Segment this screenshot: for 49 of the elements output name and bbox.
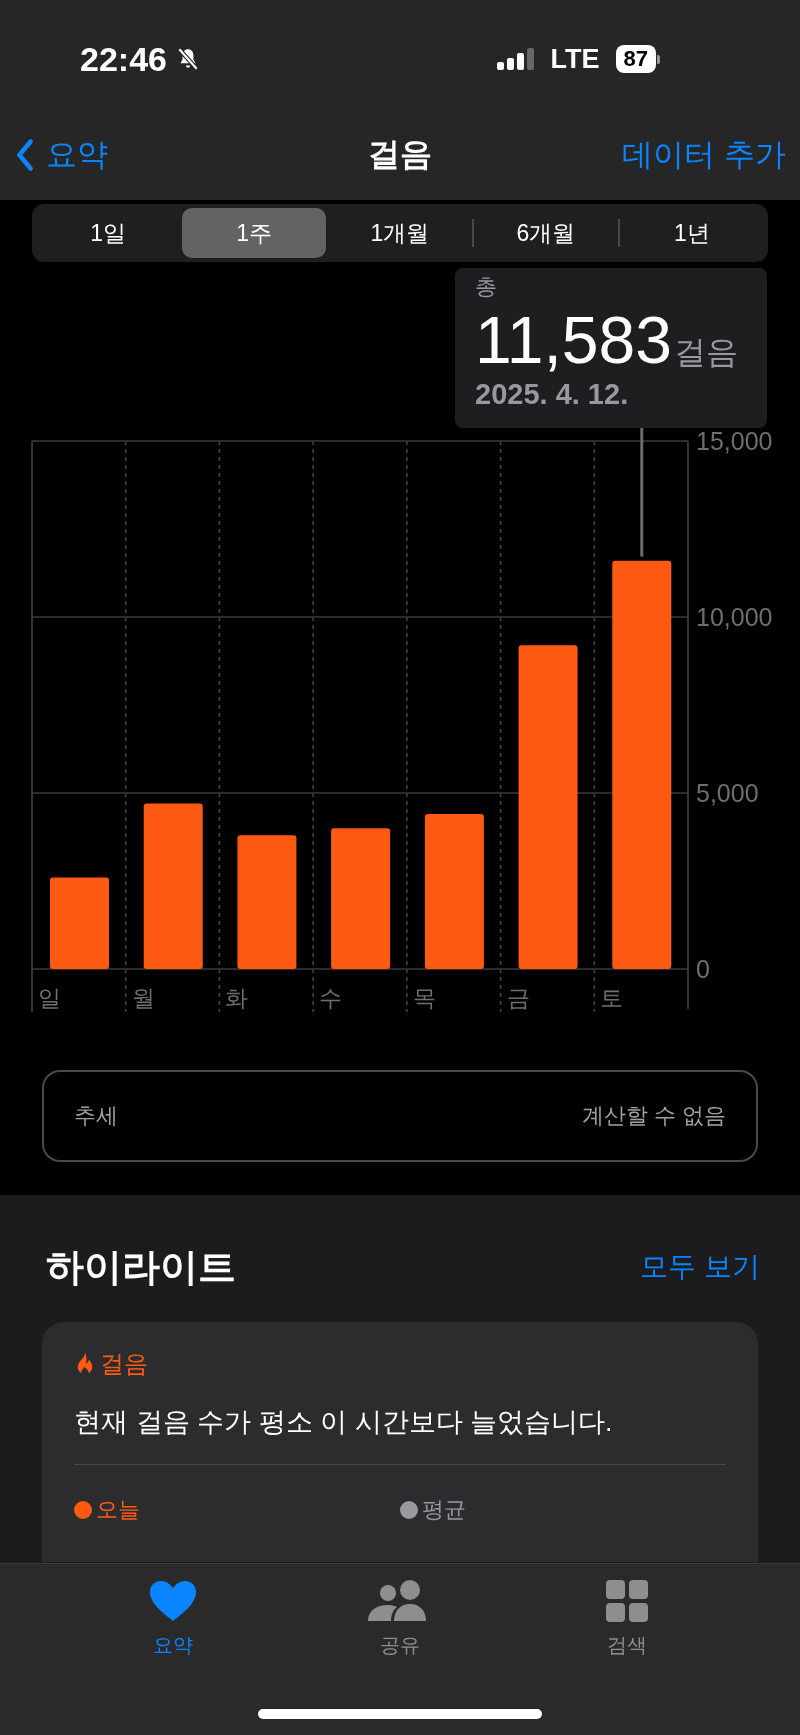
x-axis-label: 일 xyxy=(38,985,61,1011)
section-title: 하이라이트 xyxy=(46,1244,236,1290)
period-tab[interactable]: 1일 xyxy=(36,208,181,258)
tooltip-unit: 걸음 xyxy=(673,333,738,372)
x-axis-label: 토 xyxy=(600,985,624,1011)
bar[interactable] xyxy=(237,835,297,969)
period-tab[interactable]: 1주 xyxy=(181,208,327,258)
y-axis-label: 5,000 xyxy=(696,779,759,807)
bar[interactable] xyxy=(518,645,578,969)
heart-icon xyxy=(149,1580,198,1622)
bar[interactable] xyxy=(424,814,484,969)
x-axis-label: 화 xyxy=(225,985,249,1011)
bar[interactable] xyxy=(143,803,203,969)
highlight-message: 현재 걸음 수가 평소 이 시간보다 늘었습니다. xyxy=(74,1406,614,1439)
tab-bar-item[interactable]: 공유 xyxy=(340,1580,460,1676)
trend-value: 계산할 수 없음 xyxy=(581,1102,726,1130)
period-tab[interactable]: 6개월 xyxy=(473,208,619,258)
highlight-category: 걸음 xyxy=(100,1349,148,1379)
bar[interactable] xyxy=(331,828,391,969)
stat-label: 평균 xyxy=(422,1496,466,1524)
period-tab[interactable]: 1개월 xyxy=(327,208,473,258)
y-axis-label: 0 xyxy=(696,955,710,983)
y-axis-label: 15,000 xyxy=(696,427,773,455)
grid-icon xyxy=(605,1580,648,1622)
trend-label: 추세 xyxy=(74,1102,118,1130)
tab-bar-item[interactable]: 검색 xyxy=(566,1580,687,1676)
signal-icon xyxy=(496,48,535,70)
x-axis-label: 수 xyxy=(319,985,343,1011)
highlight-card[interactable]: 걸음 현재 걸음 수가 평소 이 시간보다 늘었습니다. 오늘 평균 xyxy=(42,1322,758,1562)
x-axis-label: 금 xyxy=(506,985,530,1011)
network-label: LTE xyxy=(550,43,600,75)
show-all-link[interactable]: 모두 보기 xyxy=(640,1248,760,1286)
battery-indicator: 87 xyxy=(615,45,656,73)
stat-label: 오늘 xyxy=(96,1496,140,1524)
x-axis-label: 목 xyxy=(412,985,436,1011)
screen-title: 걸음 xyxy=(368,135,432,174)
trend-card[interactable]: 추세 계산할 수 없음 xyxy=(42,1070,758,1162)
add-data-button[interactable]: 데이터 추가 xyxy=(622,134,786,176)
chevron-left-icon xyxy=(16,138,34,172)
x-axis-label: 월 xyxy=(131,985,155,1011)
back-button[interactable]: 요약 xyxy=(16,134,108,176)
y-axis-label: 10,000 xyxy=(696,603,773,631)
tooltip-value: 11,583 xyxy=(475,302,672,378)
tooltip-date: 2025. 4. 12. xyxy=(475,378,630,411)
status-time: 22:46 xyxy=(80,39,167,79)
bar[interactable] xyxy=(612,560,672,969)
tab-bar-item[interactable]: 요약 xyxy=(113,1580,234,1676)
period-tab[interactable]: 1년 xyxy=(619,208,765,258)
tooltip-label: 총 xyxy=(475,273,498,301)
